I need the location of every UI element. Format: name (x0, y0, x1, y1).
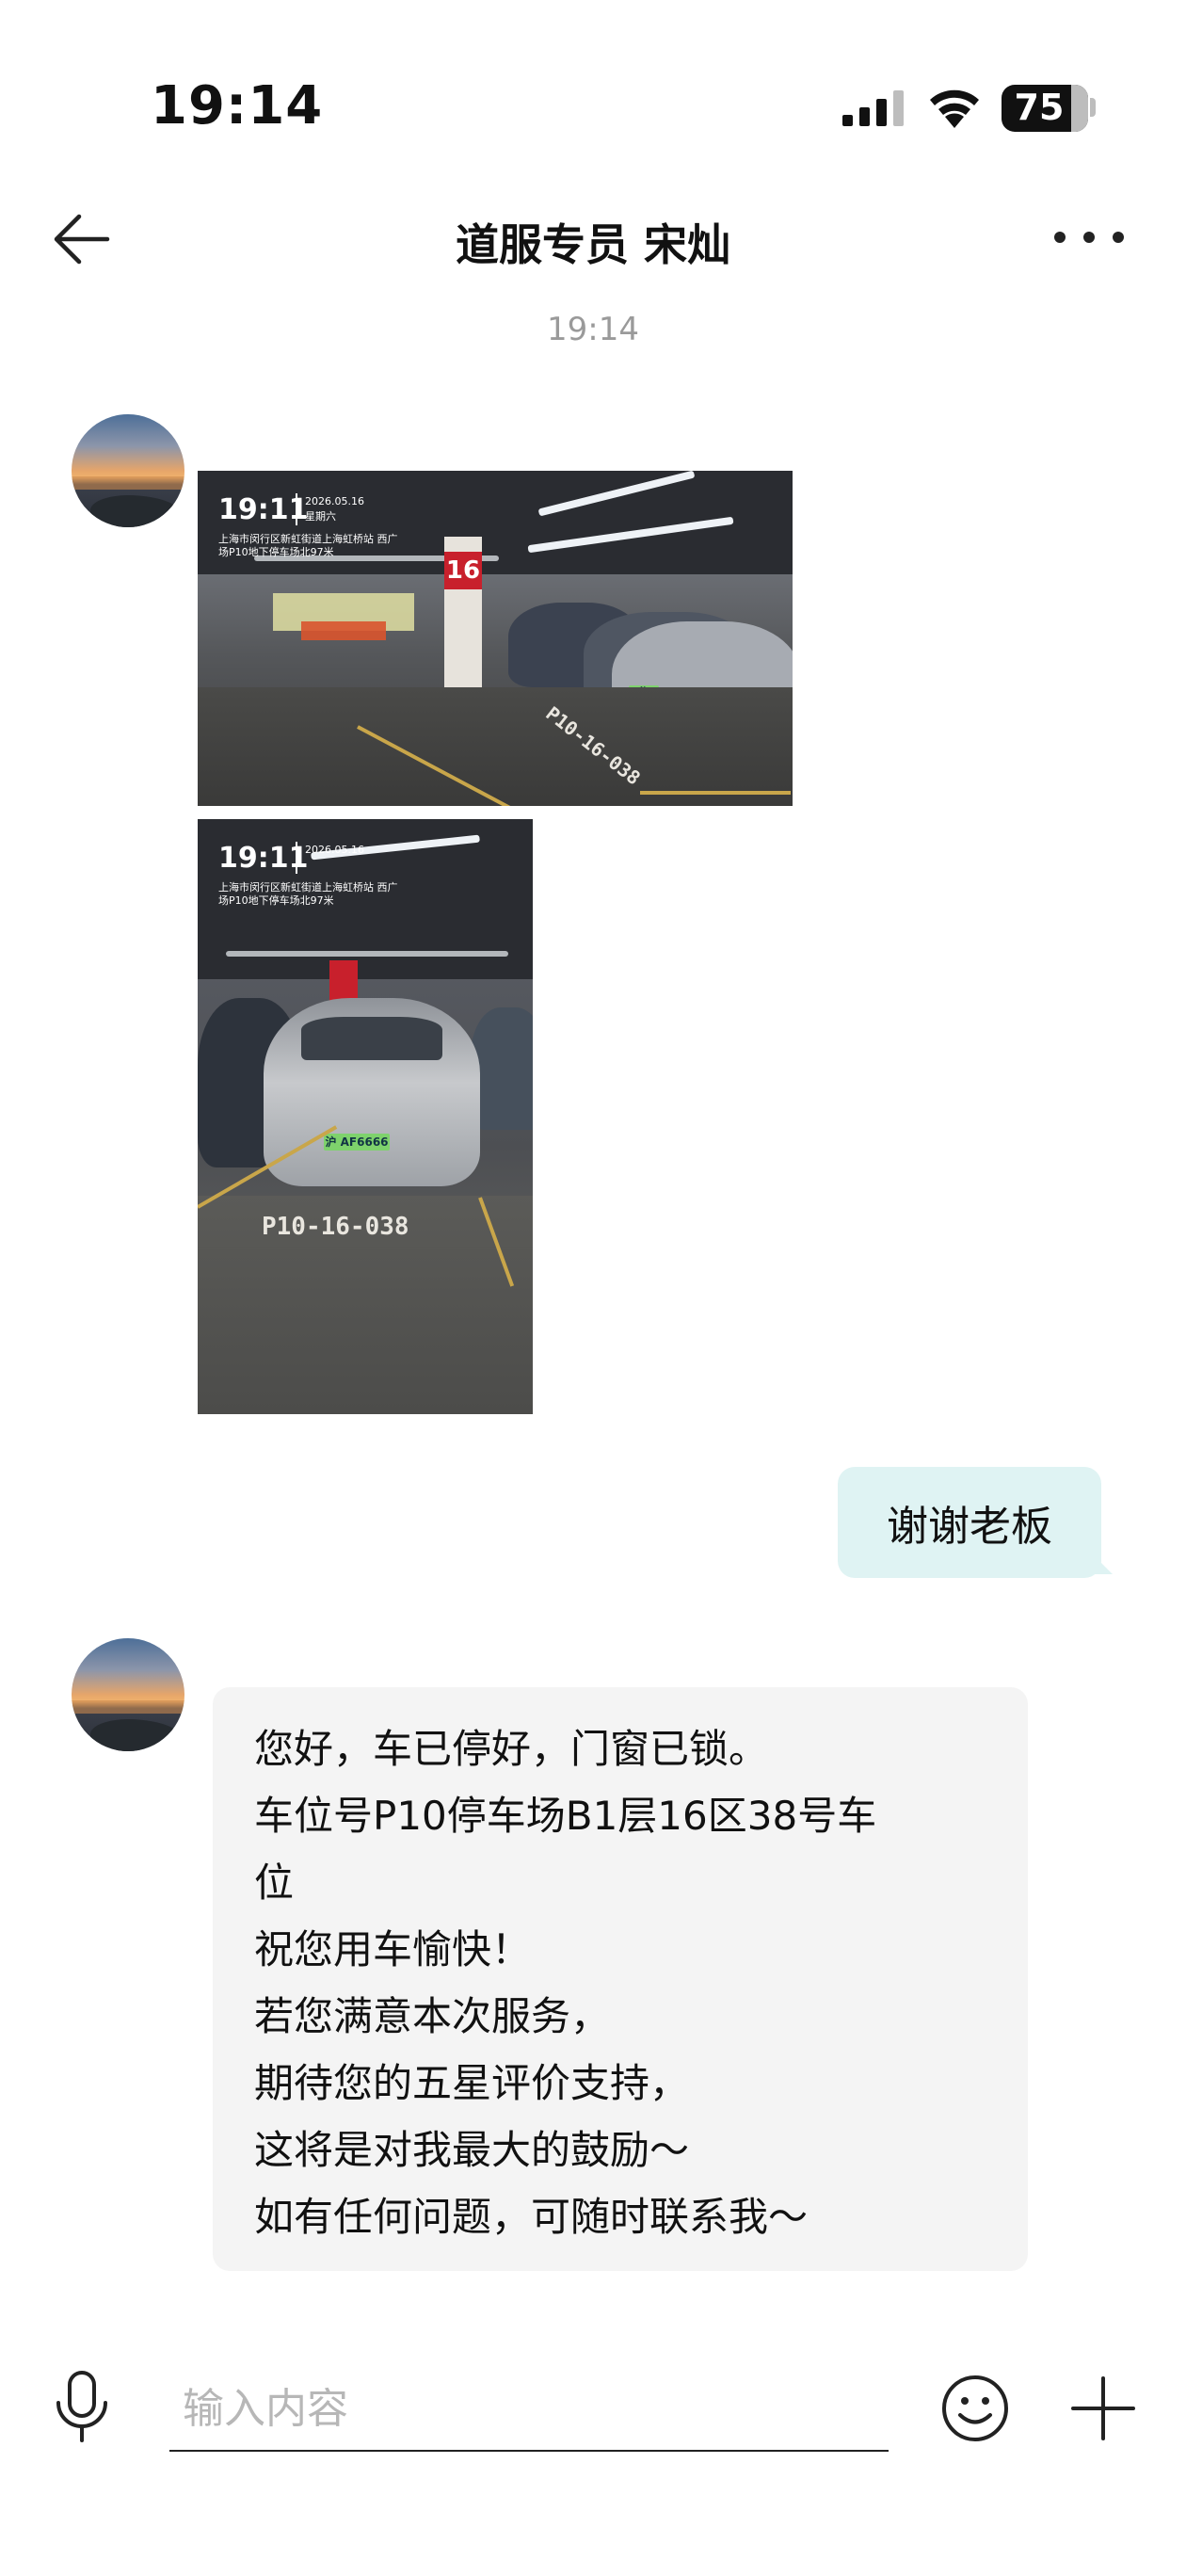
parking-photo-1[interactable]: 16 沪 P10-16-038 19:11 2026.05.16 星期六 上海市… (198, 471, 793, 806)
plus-icon[interactable] (1067, 2373, 1139, 2444)
message-line: 祝您用车愉快！ (254, 1926, 532, 1972)
message-line: 位 (254, 1860, 295, 1906)
floor-marking: P10-16-038 (262, 1213, 409, 1241)
chat-title: 道服专员 宋灿 (455, 219, 730, 270)
watermark-date: 2026.05.16 (305, 844, 364, 856)
avatar[interactable] (72, 414, 184, 527)
battery-level: 75 (1014, 87, 1065, 128)
watermark-address: 上海市闵行区新虹街道上海虹桥站 西广场P10地下停车场北97米 (218, 881, 398, 907)
message-input[interactable]: 输入内容 (169, 2376, 889, 2452)
microphone-icon[interactable] (51, 2369, 113, 2444)
emoji-icon[interactable] (939, 2373, 1011, 2444)
watermark-date: 2026.05.16 (305, 495, 364, 507)
outgoing-message[interactable]: 谢谢老板 (838, 1467, 1101, 1578)
battery-cap (1090, 98, 1096, 117)
pillar-sign: 16 (444, 537, 482, 687)
watermark-weekday: 星期六 (305, 510, 336, 523)
message-line: 若您满意本次服务， (254, 1993, 611, 2039)
status-time: 19:14 (151, 75, 324, 137)
message-line: 如有任何问题，可随时联系我～ (254, 2194, 809, 2240)
avatar[interactable] (72, 1638, 184, 1751)
battery-icon: 75 (1002, 85, 1088, 132)
message-line: 车位号P10停车场B1层16区38号车 (254, 1793, 877, 1839)
parking-photo-2[interactable]: 沪 AF6666 P10-16-038 19:11 2026.05.16 上海市… (198, 819, 533, 1414)
message-timestamp: 19:14 (547, 311, 639, 348)
bubble-tail (1092, 1554, 1113, 1574)
back-arrow-icon[interactable] (47, 205, 115, 273)
incoming-message[interactable]: 您好，车已停好，门窗已锁。 车位号P10停车场B1层16区38号车 位 祝您用车… (213, 1687, 1028, 2271)
message-line: 期待您的五星评价支持， (254, 2060, 690, 2106)
message-line: 这将是对我最大的鼓励～ (254, 2127, 690, 2173)
wifi-icon (930, 89, 979, 128)
signal-icon (842, 90, 904, 126)
license-plate: 沪 AF6666 (324, 1134, 390, 1151)
watermark-address: 上海市闵行区新虹街道上海虹桥站 西广场P10地下停车场北97米 (218, 533, 398, 558)
more-icon[interactable] (1054, 226, 1124, 249)
message-line: 您好，车已停好，门窗已锁。 (254, 1726, 769, 1772)
